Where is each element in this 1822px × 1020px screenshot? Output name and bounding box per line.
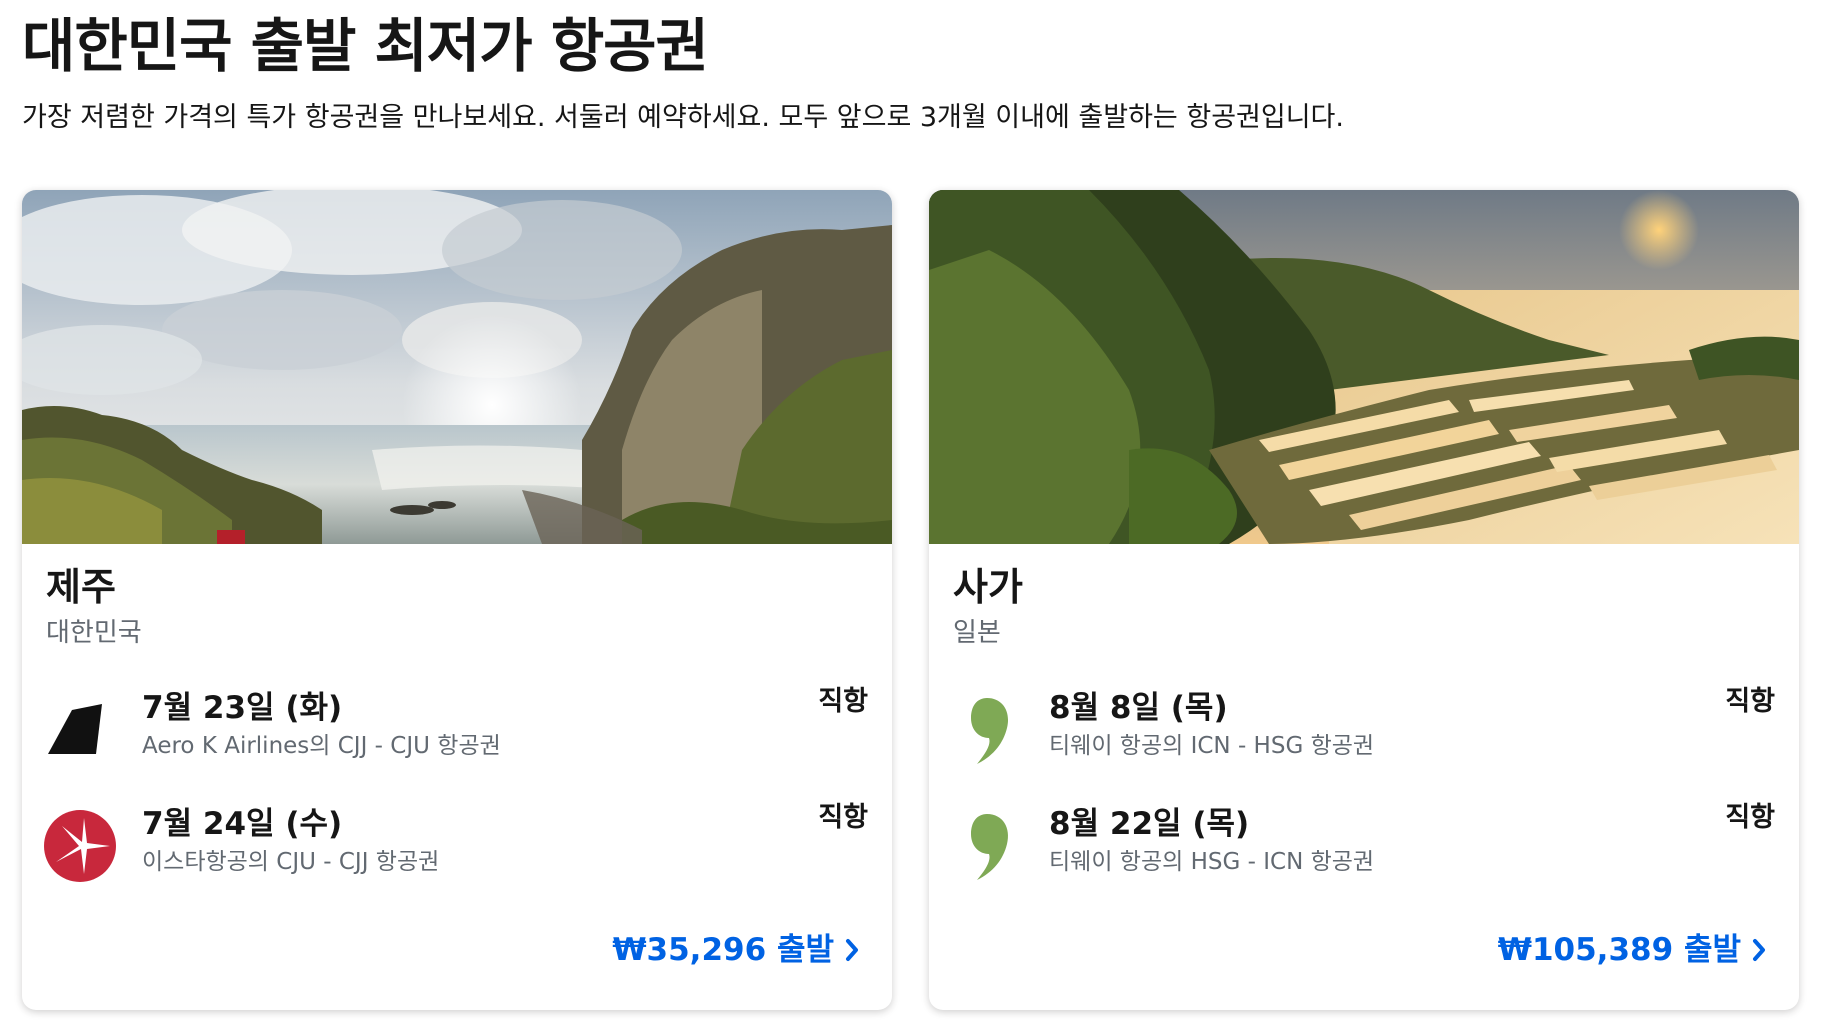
price-label: ₩105,389 출발 — [1497, 932, 1741, 968]
flight-stops: 직항 — [818, 802, 868, 833]
flight-date: 7월 23일 (화) — [142, 690, 343, 726]
flight-date: 8월 8일 (목) — [1049, 690, 1228, 726]
chevron-right-icon — [844, 938, 860, 962]
page-subtitle: 가장 저렴한 가격의 특가 항공권을 만나보세요. 서둘러 예약하세요. 모두 … — [22, 102, 1344, 133]
destination-country: 대한민국 — [46, 618, 142, 648]
flight-date: 8월 22일 (목) — [1049, 806, 1250, 842]
flight-stops: 직항 — [818, 686, 868, 717]
flight-row-outbound[interactable]: 8월 8일 (목) 티웨이 항공의 ICN - HSG 항공권 직항 — [929, 680, 1799, 776]
price-link[interactable]: ₩105,389 출발 — [1498, 928, 1767, 972]
chevron-right-icon — [1751, 938, 1767, 962]
destination-country: 일본 — [953, 618, 1001, 648]
page: 대한민국 출발 최저가 항공권 가장 저렴한 가격의 특가 항공권을 만나보세요… — [0, 0, 1822, 1020]
flight-row-return[interactable]: 8월 22일 (목) 티웨이 항공의 HSG - ICN 항공권 직항 — [929, 796, 1799, 892]
price-label: ₩35,296 출발 — [612, 932, 834, 968]
flight-stops: 직항 — [1725, 686, 1775, 717]
destination-image-saga — [929, 190, 1799, 544]
page-title: 대한민국 출발 최저가 항공권 — [22, 12, 709, 80]
flight-route: Aero K Airlines의 CJJ - CJU 항공권 — [142, 733, 501, 759]
destination-city: 사가 — [953, 565, 1023, 609]
price-link[interactable]: ₩35,296 출발 — [612, 928, 860, 972]
destination-city: 제주 — [46, 565, 116, 609]
flight-route: 티웨이 항공의 HSG - ICN 항공권 — [1049, 849, 1375, 875]
flight-route: 이스타항공의 CJU - CJJ 항공권 — [142, 849, 440, 875]
destination-image-jeju — [22, 190, 892, 544]
eastar-jet-logo-icon — [44, 810, 116, 882]
flight-row-return[interactable]: 7월 24일 (수) 이스타항공의 CJU - CJJ 항공권 직항 — [22, 796, 892, 892]
flight-stops: 직항 — [1725, 802, 1775, 833]
tway-air-logo-icon — [951, 694, 1023, 766]
tway-air-logo-icon — [951, 810, 1023, 882]
destination-card-saga[interactable]: 사가 일본 8월 8일 (목) 티웨이 항공의 ICN - HSG 항공권 직항… — [929, 190, 1799, 1010]
flight-row-outbound[interactable]: 7월 23일 (화) Aero K Airlines의 CJJ - CJU 항공… — [22, 680, 892, 776]
flight-date: 7월 24일 (수) — [142, 806, 343, 842]
destination-card-jeju[interactable]: 제주 대한민국 7월 23일 (화) Aero K Airlines의 CJJ … — [22, 190, 892, 1010]
aero-k-airlines-logo-icon — [44, 694, 116, 766]
flight-route: 티웨이 항공의 ICN - HSG 항공권 — [1049, 733, 1375, 759]
